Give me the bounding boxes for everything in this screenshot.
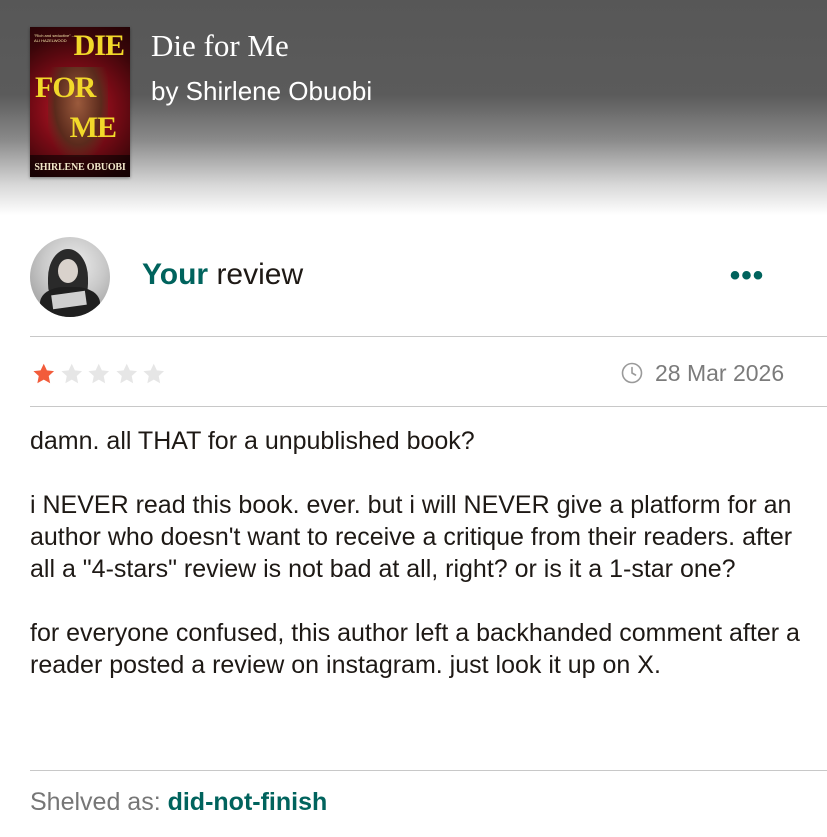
- shelf-link[interactable]: did-not-finish: [168, 788, 328, 816]
- review-paragraph: damn. all THAT for a unpublished book?: [30, 427, 475, 455]
- star-rating[interactable]: [30, 361, 168, 387]
- more-options-icon[interactable]: •••: [724, 256, 770, 296]
- review-heading: Your review: [142, 258, 303, 292]
- review-date: 28 Mar 2026: [621, 359, 784, 387]
- star-filled-icon[interactable]: [30, 361, 58, 387]
- review-paragraph: i NEVER read this book. ever. but i will…: [30, 491, 793, 583]
- cover-tagline: "Rich and seductive" —ALI HAZELWOOD: [34, 33, 76, 43]
- divider: [30, 770, 827, 771]
- star-empty-icon[interactable]: [140, 361, 168, 387]
- star-empty-icon[interactable]: [85, 361, 113, 387]
- review-heading-your: Your: [142, 258, 209, 291]
- review-date-text: 28 Mar 2026: [655, 359, 785, 386]
- book-cover[interactable]: "Rich and seductive" —ALI HAZELWOOD DIE …: [30, 27, 130, 177]
- clock-icon: [621, 362, 643, 384]
- shelved-as: Shelved as: did-not-finish: [30, 788, 327, 817]
- cover-title-word-3: ME: [69, 111, 117, 144]
- review-body: damn. all THAT for a unpublished book? i…: [30, 425, 800, 681]
- cover-author: SHIRLENE OBUOBI: [34, 162, 126, 173]
- shelved-label: Shelved as:: [30, 788, 161, 816]
- star-empty-icon[interactable]: [58, 361, 86, 387]
- star-empty-icon[interactable]: [113, 361, 141, 387]
- cover-title-word-2: FOR: [35, 71, 96, 104]
- book-header: "Rich and seductive" —ALI HAZELWOOD DIE …: [0, 0, 827, 222]
- book-author[interactable]: by Shirlene Obuobi: [151, 76, 372, 107]
- divider: [30, 336, 827, 337]
- review-heading-rest: review: [208, 258, 304, 291]
- avatar-face: [58, 259, 78, 283]
- avatar[interactable]: [30, 237, 110, 317]
- review-paragraph: for everyone confused, this author left …: [30, 619, 800, 679]
- cover-title-word-1: DIE: [73, 29, 125, 62]
- divider: [30, 406, 827, 407]
- book-title[interactable]: Die for Me: [151, 28, 289, 64]
